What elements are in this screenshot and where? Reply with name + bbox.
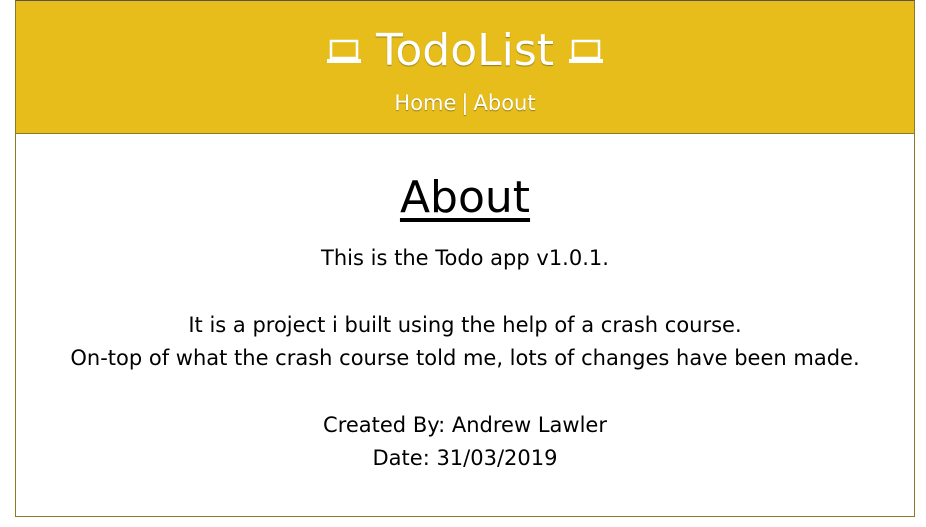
description-line-1: It is a project i built using the help o… <box>188 313 742 337</box>
created-by-text: Created By: Andrew Lawler <box>323 413 607 437</box>
date-text: Date: 31/03/2019 <box>372 446 558 470</box>
title-row: TodoList <box>16 1 914 79</box>
laptop-icon <box>326 36 362 66</box>
nav-separator: | <box>461 91 469 115</box>
nav-link-home[interactable]: Home <box>394 91 456 115</box>
laptop-icon <box>568 36 604 66</box>
nav-link-about[interactable]: About <box>474 91 536 115</box>
description-line-2: On-top of what the crash course told me,… <box>70 346 860 370</box>
main-nav: Home | About <box>16 89 914 117</box>
version-text: This is the Todo app v1.0.1. <box>321 246 609 270</box>
app-frame: TodoList Home | About About This is the To… <box>15 0 915 517</box>
app-header: TodoList Home | About <box>16 1 914 134</box>
about-content: About This is the Todo app v1.0.1. It is… <box>16 170 914 475</box>
app-title: TodoList <box>375 25 555 76</box>
page-title: About <box>399 172 531 223</box>
